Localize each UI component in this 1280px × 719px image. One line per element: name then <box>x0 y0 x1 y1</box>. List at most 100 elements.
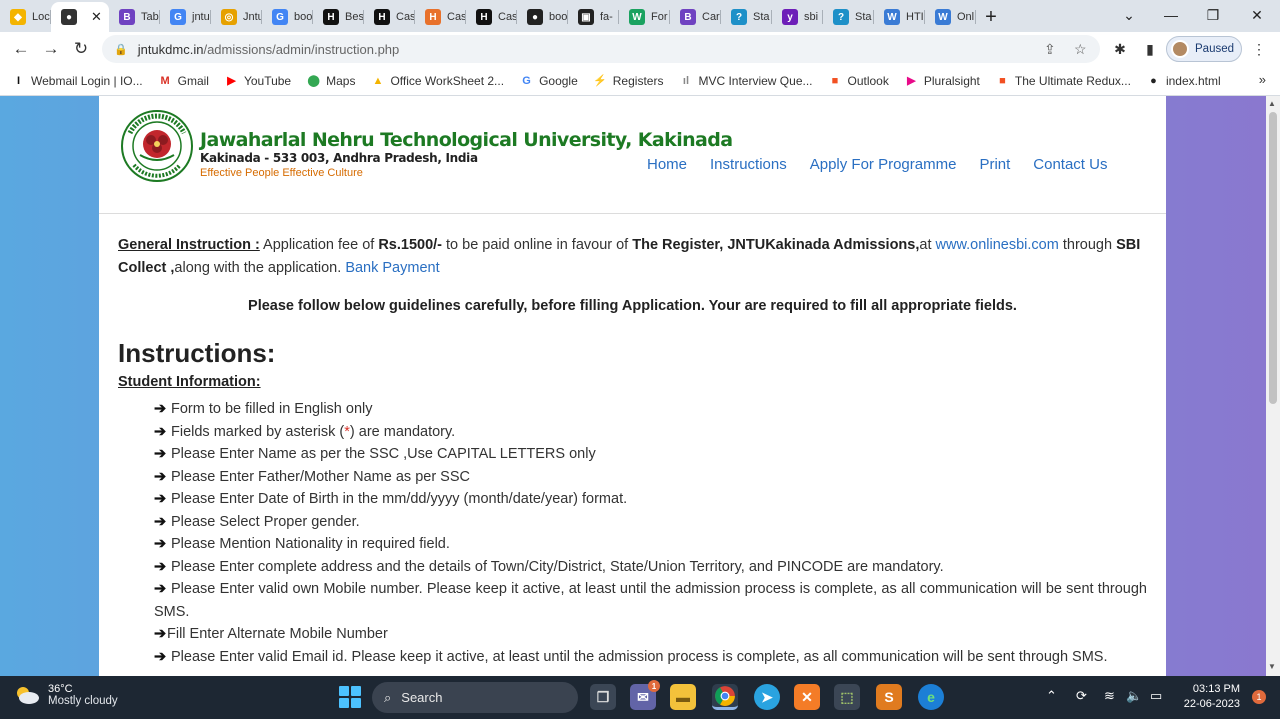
university-address: Kakinada - 533 003, Andhra Pradesh, Indi… <box>200 151 478 165</box>
bookmark-favicon-icon: ● <box>1150 74 1157 87</box>
browser-tab[interactable]: H Cas <box>466 2 517 32</box>
volume-icon[interactable]: 🔈 <box>1126 688 1142 704</box>
list-item-text: Please Mention Nationality in required f… <box>171 536 450 552</box>
close-window-button[interactable]: ✕ <box>1236 0 1278 30</box>
tab-favicon-icon: H <box>374 9 390 25</box>
sublime-text-icon[interactable]: S <box>876 684 902 710</box>
edge-icon[interactable]: e <box>918 684 944 710</box>
browser-tab[interactable]: W For <box>619 2 670 32</box>
browser-tab[interactable]: W Onl <box>925 2 976 32</box>
bookmark-item[interactable]: ▲ Office WorkSheet 2... <box>371 74 505 88</box>
browser-tab[interactable]: ◆ Loc <box>0 2 51 32</box>
extensions-icon[interactable]: ✱ <box>1108 36 1132 62</box>
browser-tab[interactable]: y sbi <box>772 2 823 32</box>
profile-button[interactable]: Paused <box>1166 36 1242 62</box>
browser-tab[interactable]: ? Sta <box>721 2 772 32</box>
bookmark-item[interactable]: ■ Outlook <box>829 74 889 88</box>
bookmark-item[interactable]: ıl MVC Interview Que... <box>679 74 813 88</box>
lock-icon[interactable]: 🔒 <box>114 43 128 56</box>
minimize-button[interactable]: — <box>1150 0 1192 30</box>
university-logo <box>121 110 193 182</box>
app-installer-icon[interactable]: ⬚ <box>834 684 860 710</box>
list-item-text: Form to be filled in English only <box>171 401 373 417</box>
teams-chat-icon[interactable]: ✉ 1 <box>630 680 660 710</box>
weather-widget[interactable]: 36°C Mostly cloudy <box>14 683 118 707</box>
browser-tab[interactable]: H Cas <box>364 2 415 32</box>
bookmark-item[interactable]: ▶ Pluralsight <box>905 74 980 88</box>
bookmark-favicon-icon: ■ <box>999 74 1006 87</box>
maximize-button[interactable]: ❐ <box>1192 0 1234 30</box>
scroll-down-icon[interactable]: ▼ <box>1268 662 1276 671</box>
xampp-icon[interactable]: ✕ <box>794 684 820 710</box>
browser-tab[interactable]: ? Sta <box>823 2 874 32</box>
tab-close-icon[interactable]: ✕ <box>91 9 102 25</box>
tab-title: boo <box>294 11 313 23</box>
wifi-icon[interactable]: ≋ <box>1104 688 1115 704</box>
browser-tab[interactable]: B Car <box>670 2 721 32</box>
system-clock[interactable]: 03:13 PM 22-06-2023 <box>1184 682 1240 712</box>
general-text: to be paid online in favour of <box>442 237 633 253</box>
nav-print-link[interactable]: Print <box>979 156 1010 173</box>
browser-tab[interactable]: H Bes <box>313 2 364 32</box>
tab-search-icon[interactable]: ⌄ <box>1108 0 1150 30</box>
bookmark-star-icon[interactable]: ☆ <box>1074 41 1087 58</box>
bookmark-favicon-icon: ■ <box>831 74 839 87</box>
url-domain: jntukdmc.in <box>137 41 204 57</box>
tray-chevron-icon[interactable]: ⌃ <box>1046 688 1057 704</box>
browser-tab[interactable]: ● boo <box>517 2 568 32</box>
bookmark-favicon-icon: ▲ <box>372 74 384 87</box>
tab-title: Onl <box>957 11 975 23</box>
start-button[interactable] <box>339 686 361 708</box>
task-view-icon[interactable]: ❐ <box>590 684 616 710</box>
telegram-icon[interactable]: ➤ <box>754 684 780 710</box>
list-item-text: Please Select Proper gender. <box>171 513 360 530</box>
file-explorer-icon[interactable]: ▬ <box>670 684 696 710</box>
scrollbar-thumb[interactable] <box>1269 112 1277 404</box>
bookmark-item[interactable]: ⬤ Maps <box>307 74 355 88</box>
bookmark-item[interactable]: ⚡ Registers <box>593 74 663 88</box>
clock-time: 03:13 PM <box>1192 683 1240 695</box>
bookmark-item[interactable]: ■ The Ultimate Redux... <box>996 74 1131 88</box>
profile-status: Paused <box>1195 43 1235 55</box>
nav-contact-link[interactable]: Contact Us <box>1033 156 1107 173</box>
battery-icon[interactable]: ▭ <box>1150 688 1162 704</box>
browser-tab[interactable]: B Tab <box>109 2 160 32</box>
list-item: ➔ Please Enter Father/Mother Name as per … <box>154 466 1147 489</box>
more-bookmarks-icon[interactable]: » <box>1259 72 1266 87</box>
browser-tab[interactable]: Gjntu <box>160 2 211 32</box>
notification-badge[interactable]: 1 <box>1252 690 1266 704</box>
bank-payment-link[interactable]: Bank Payment <box>345 260 439 276</box>
browser-tab[interactable]: ◎ Jntu <box>211 2 262 32</box>
bookmark-favicon-icon: ⬤ <box>307 75 320 87</box>
browser-tab[interactable]: W HTI <box>874 2 925 32</box>
nav-home-link[interactable]: Home <box>647 156 687 173</box>
share-icon[interactable]: ⇪ <box>1044 41 1056 58</box>
list-item: ➔ Please Select Proper gender. <box>154 511 1147 534</box>
scroll-up-icon[interactable]: ▲ <box>1268 99 1276 108</box>
bookmark-item[interactable]: M Gmail <box>159 74 209 88</box>
bookmark-item[interactable]: I Webmail Login | IO... <box>12 74 143 88</box>
bookmark-item[interactable]: G Google <box>520 74 577 88</box>
bookmark-label: Webmail Login | IO... <box>31 73 143 88</box>
sync-icon[interactable]: ⟳ <box>1076 688 1087 704</box>
back-button[interactable]: ← <box>6 34 36 64</box>
bookmark-item[interactable]: ▶ YouTube <box>225 74 291 88</box>
bookmark-item[interactable]: ● index.html <box>1147 74 1221 88</box>
chrome-icon[interactable] <box>712 684 738 710</box>
reload-button[interactable]: ↻ <box>66 34 96 64</box>
active-browser-tab[interactable]: ● ✕ <box>51 2 109 32</box>
new-tab-button[interactable]: + <box>976 2 1006 32</box>
forward-button[interactable]: → <box>36 34 66 64</box>
taskbar-search[interactable]: ⌕ Search <box>372 682 578 713</box>
tab-favicon-icon: ◆ <box>10 9 26 25</box>
address-bar[interactable]: 🔒 jntukdmc.in/admissions/admin/instructi… <box>102 35 1100 63</box>
nav-apply-link[interactable]: Apply For Programme <box>810 156 957 173</box>
nav-instructions-link[interactable]: Instructions <box>710 156 787 173</box>
menu-icon[interactable]: ⋮ <box>1250 36 1268 62</box>
onlinesbi-link[interactable]: www.onlinesbi.com <box>936 237 1059 253</box>
side-panel-icon[interactable]: ▮ <box>1138 36 1162 62</box>
browser-tab[interactable]: H Cas <box>415 2 466 32</box>
browser-tab[interactable]: ▣ fa- <box>568 2 619 32</box>
browser-tab[interactable]: Gboo <box>262 2 313 32</box>
page-scrollbar[interactable]: ▲ ▼ <box>1266 96 1280 676</box>
